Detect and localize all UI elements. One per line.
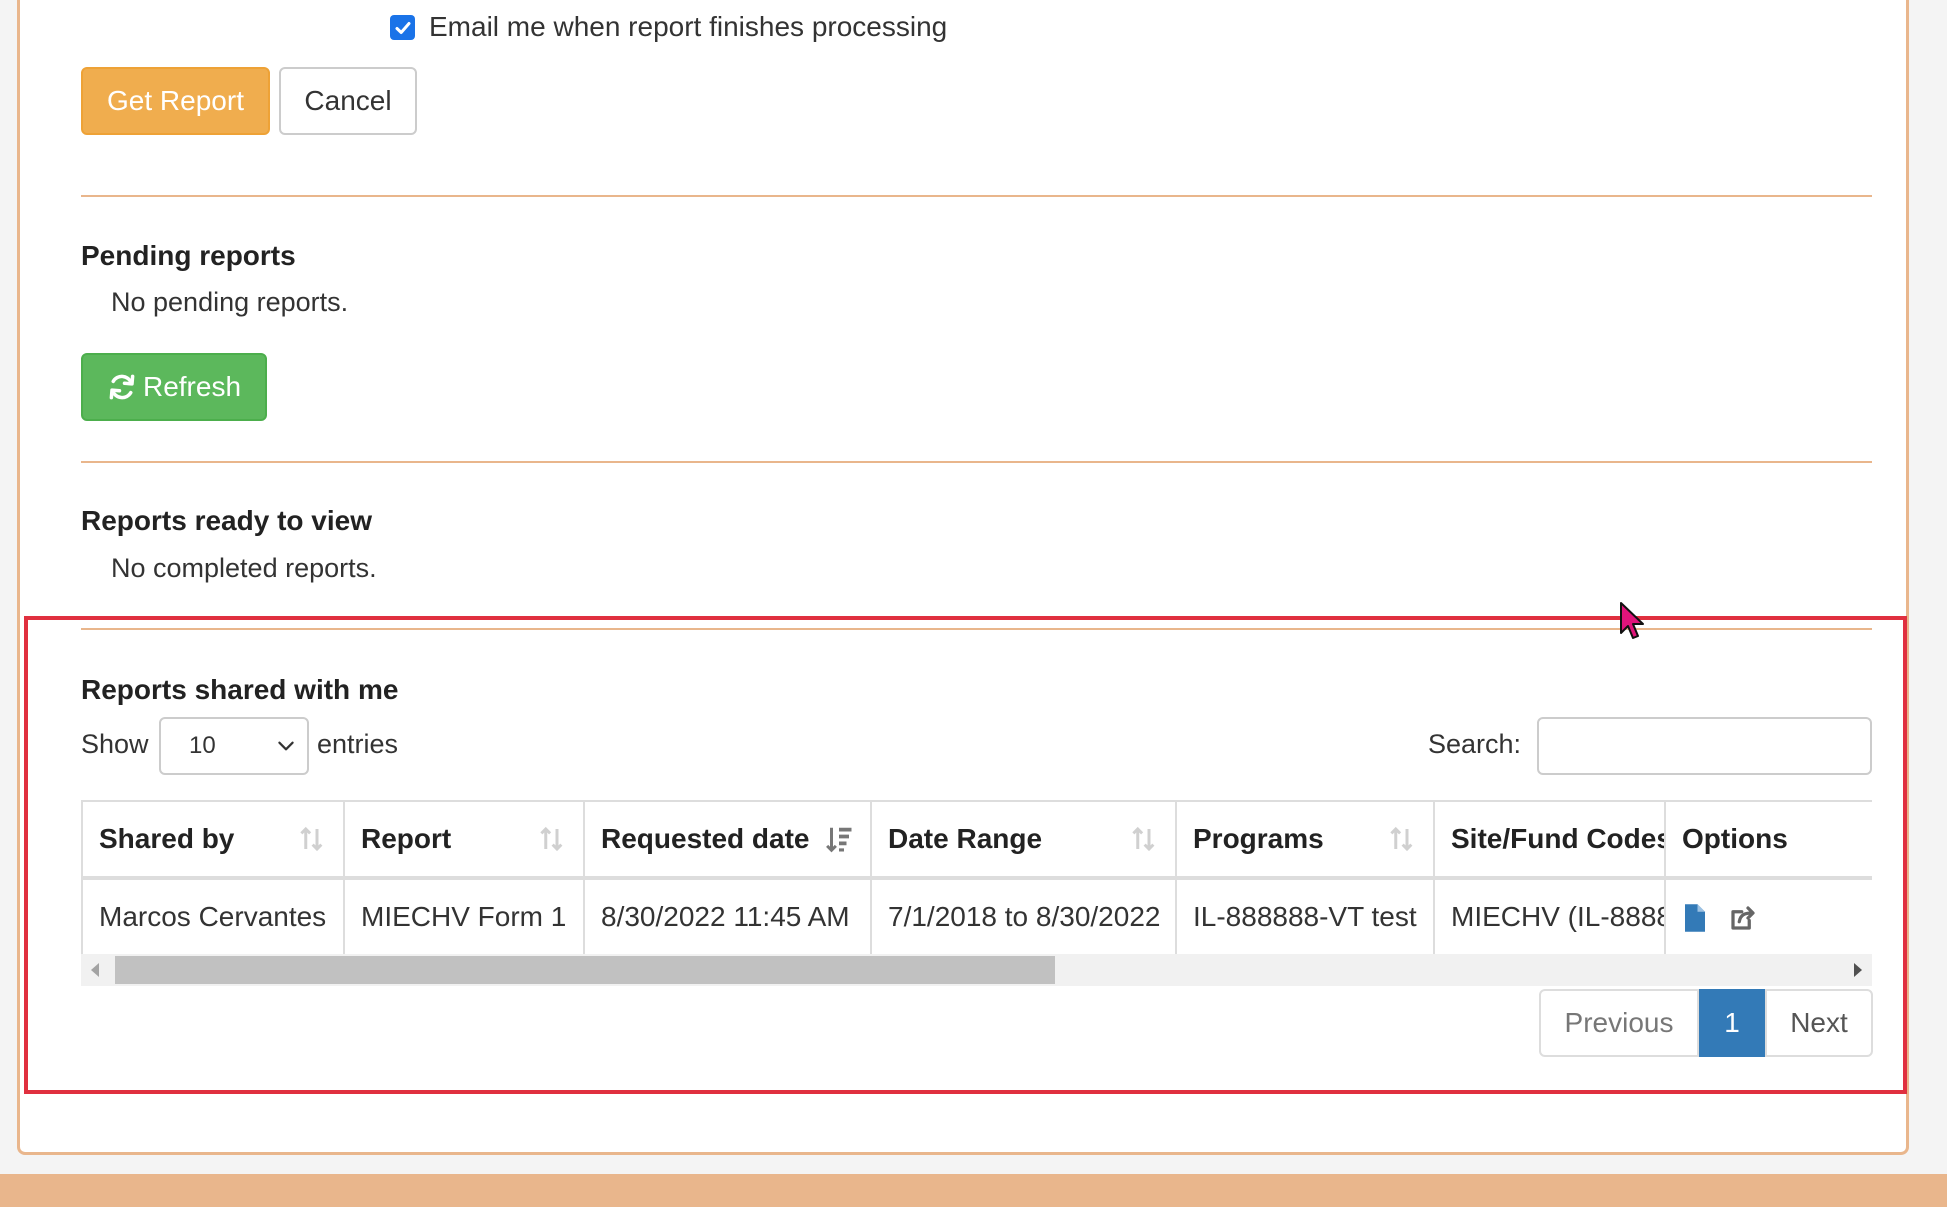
shared-reports-table: Shared by Report Requested date Date Ran…: [81, 800, 1872, 956]
sort-icon: [1390, 826, 1413, 852]
next-page-button[interactable]: Next: [1765, 989, 1873, 1057]
column-header-shared-by[interactable]: Shared by: [81, 800, 345, 880]
refresh-label: Refresh: [142, 371, 242, 402]
show-label: Show: [81, 729, 149, 759]
table-header-row: Shared by Report Requested date Date Ran…: [81, 800, 1872, 880]
search-label: Search:: [1428, 729, 1522, 759]
pending-reports-title: Pending reports: [81, 240, 296, 271]
sort-icon: [1132, 826, 1155, 852]
sort-icon: [540, 826, 563, 852]
chevron-down-icon: [278, 741, 294, 751]
cell-requested-date: 8/30/2022 11:45 AM: [583, 877, 872, 956]
column-header-requested-date[interactable]: Requested date: [583, 800, 872, 880]
column-header-report[interactable]: Report: [343, 800, 585, 880]
entries-select-value: 10: [189, 732, 216, 759]
cell-shared-by: Marcos Cervantes: [81, 877, 345, 956]
refresh-button[interactable]: Refresh: [81, 353, 267, 421]
table-row: Marcos Cervantes MIECHV Form 1 8/30/2022…: [81, 877, 1872, 956]
scroll-left-arrow-icon[interactable]: [89, 963, 101, 977]
ready-reports-empty: No completed reports.: [111, 553, 377, 583]
pending-reports-empty: No pending reports.: [111, 287, 349, 317]
entries-select[interactable]: 10: [159, 717, 309, 775]
share-export-icon[interactable]: [1728, 903, 1758, 933]
email-checkbox-label[interactable]: Email me when report finishes processing: [429, 11, 947, 43]
footer-bar: [0, 1174, 1947, 1207]
scrollbar-thumb[interactable]: [115, 956, 1055, 984]
horizontal-scrollbar[interactable]: [81, 954, 1872, 986]
cell-date-range: 7/1/2018 to 8/30/2022: [870, 877, 1177, 956]
ready-reports-title: Reports ready to view: [81, 505, 372, 536]
sort-icon: [300, 826, 323, 852]
cell-site-fund-codes: MIECHV (IL-888888: [1433, 877, 1666, 956]
divider: [81, 195, 1872, 197]
divider: [81, 461, 1872, 463]
column-header-site-fund-codes[interactable]: Site/Fund Codes: [1433, 800, 1666, 880]
previous-page-button[interactable]: Previous: [1539, 989, 1699, 1057]
email-checkbox[interactable]: [390, 15, 415, 40]
column-header-date-range[interactable]: Date Range: [870, 800, 1177, 880]
column-header-options: Options: [1664, 800, 1872, 880]
sort-descending-icon: [826, 827, 852, 853]
mouse-cursor-icon: [1620, 602, 1644, 639]
column-header-programs[interactable]: Programs: [1175, 800, 1435, 880]
get-report-button[interactable]: Get Report: [81, 67, 270, 135]
scroll-right-arrow-icon[interactable]: [1852, 963, 1864, 977]
refresh-icon: [109, 374, 135, 400]
pagination: Previous 1 Next: [1539, 989, 1873, 1057]
page-1-button[interactable]: 1: [1699, 989, 1765, 1057]
entries-label: entries: [317, 729, 399, 759]
search-input[interactable]: [1537, 717, 1872, 775]
view-report-file-icon[interactable]: [1682, 903, 1708, 933]
cancel-button[interactable]: Cancel: [279, 67, 417, 135]
cell-programs: IL-888888-VT test: [1175, 877, 1435, 956]
cell-report: MIECHV Form 1: [343, 877, 585, 956]
divider: [81, 628, 1872, 630]
shared-reports-title: Reports shared with me: [81, 674, 399, 705]
check-icon: [395, 21, 410, 34]
cell-options: [1664, 877, 1872, 956]
